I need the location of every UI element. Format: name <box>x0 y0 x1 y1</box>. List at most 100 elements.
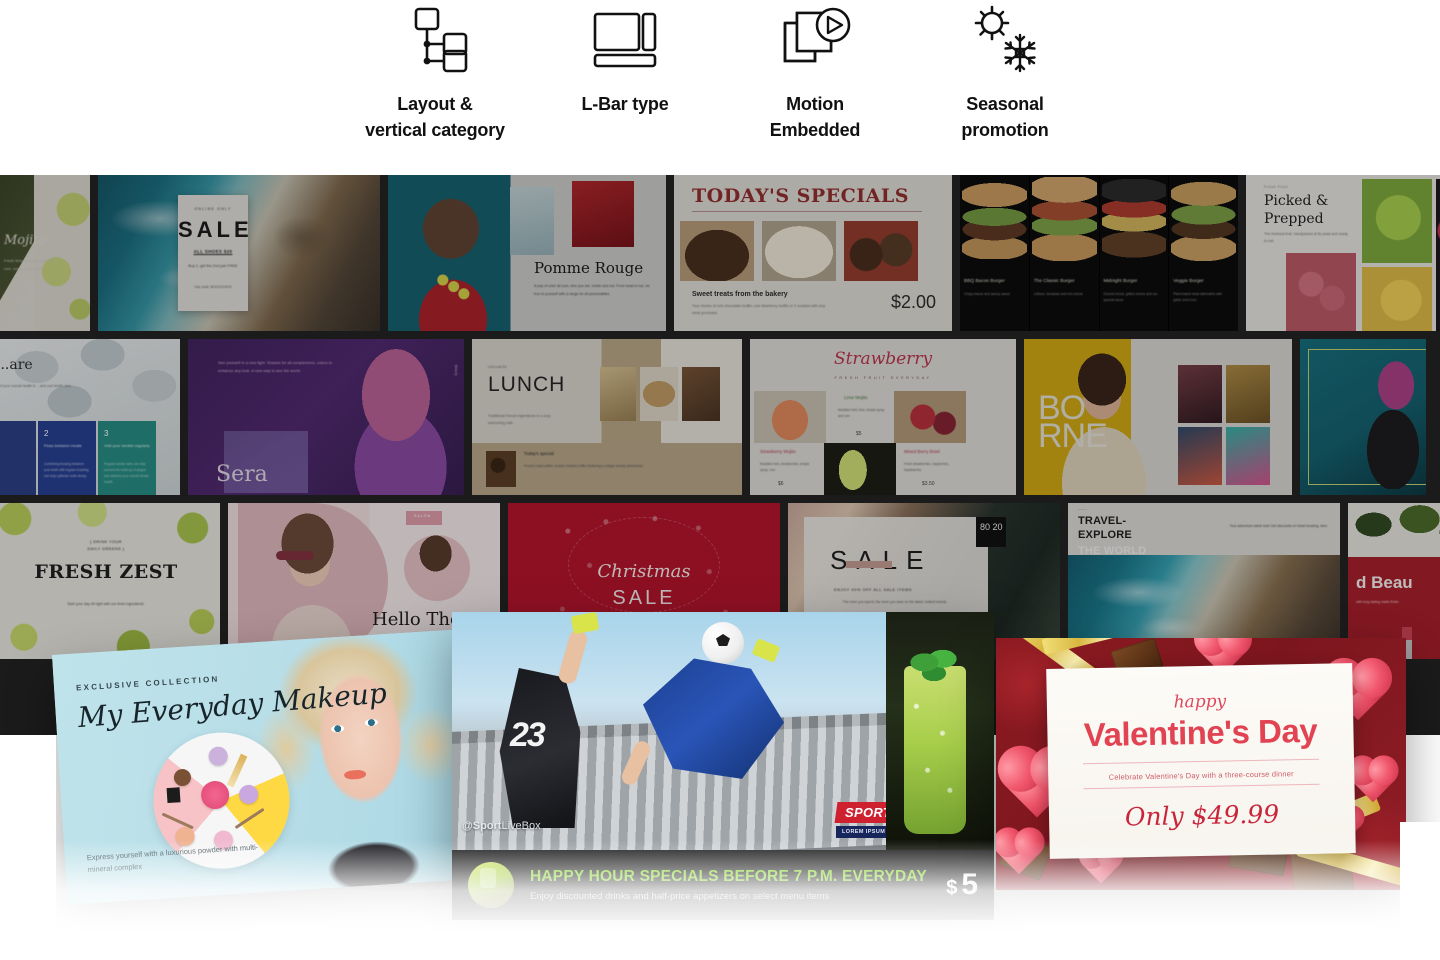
promo-headline: HAPPY HOUR SPECIALS BEFORE 7 P.M. EVERYD… <box>530 868 927 885</box>
thumb-title: ...are <box>0 357 33 373</box>
feature-label-line1: Seasonal <box>966 94 1044 114</box>
thumb-kicker: { DRINK YOUR DAILY GREENS } <box>87 540 125 551</box>
thumb-mojito-template[interactable]: Mojito Fresh lime muddled with mint, rum… <box>0 175 90 331</box>
item-name: Strawberry Mojito <box>760 449 796 454</box>
thumb-body: …of your overall health is …and oral hea… <box>0 384 72 388</box>
feature-label: Seasonal promotion <box>961 92 1048 143</box>
feature-label-line1: Motion <box>786 94 844 114</box>
feature-label: Layout & vertical category <box>365 92 505 143</box>
valentine-happy-label: happy <box>1173 691 1227 713</box>
thumb-title: Christmas <box>597 561 691 582</box>
thumb-body: The more you spend, the more you save on… <box>842 600 948 604</box>
thumb-burger-menu-template[interactable]: BBQ Bacon Burger Crispy bacon and savory… <box>960 175 1238 331</box>
thumb-special-body: French roast coffee. A dark roasted coff… <box>524 464 644 468</box>
feature-label: L-Bar type <box>581 92 668 118</box>
step-body: Combining flossing between your teeth wi… <box>44 462 89 479</box>
thumb-body: Fresh lime muddled with mint, rum, soda,… <box>4 258 58 271</box>
item-name: Mixed Berry Bowl <box>904 449 940 454</box>
promo-subline: Enjoy discounted drinks and half-price a… <box>530 891 830 902</box>
sport-lbar-template-card[interactable]: 23 @SportLiveBox SPORT NEWS LOREM IPSUM … <box>452 612 994 920</box>
item-desc: Muddled mint, lime, simple syrup and rum <box>838 408 885 419</box>
thumb-kicker: Fresh Fruit <box>1264 185 1288 189</box>
thumb-body: Your choice of one chocolate muffin, one… <box>692 304 826 316</box>
thumb-title: TODAY'S SPECIALS <box>692 185 909 207</box>
sport-watermark: @SportLiveBox <box>462 820 541 832</box>
goalkeeper-glove <box>570 612 600 635</box>
item-desc: Muddled mint, strawberries, simple syrup… <box>760 462 810 473</box>
thumb-todays-specials-template[interactable]: TODAY'S SPECIALS Sweet treats from the b… <box>674 175 952 331</box>
thumb-travel-explore-template[interactable]: ——— TRAVEL- EXPLORE THE WORLD Your advent… <box>1068 503 1340 659</box>
thumb-lunch-template[interactable]: Let's eat for LUNCH Traditional French i… <box>472 339 742 495</box>
feature-label-line2: Embedded <box>769 119 861 140</box>
step-number: 2 <box>44 429 49 438</box>
thumb-borne-fashion-template[interactable]: BO RNE <box>1024 339 1292 495</box>
valentine-title: Valentine's Day <box>1083 711 1318 754</box>
watermark-light: LiveBox <box>501 820 541 832</box>
feature-seasonal-promotion[interactable]: Seasonal promotion <box>910 0 1100 143</box>
sun-snowflake-icon <box>966 4 1044 76</box>
watermark-bold: @Sport <box>462 820 502 832</box>
thumb-red-beauty-template[interactable]: d Beau with long lasting matte finish. <box>1348 503 1440 659</box>
thumb-subtitle: SALE <box>612 587 676 609</box>
thumb-title: Sera <box>216 462 268 487</box>
thumb-fresh-zest-template[interactable]: { DRINK YOUR DAILY GREENS } FRESH ZEST S… <box>0 503 220 659</box>
valentine-template-card[interactable]: happy Valentine's Day Celebrate Valentin… <box>996 638 1406 890</box>
model-lips <box>343 769 367 780</box>
model-eye-right <box>364 718 379 727</box>
left-white-mask <box>0 735 56 960</box>
thumb-item-desc: Ground chuck, grilled onions and our spe… <box>1103 292 1158 303</box>
promo-text: HAPPY HOUR SPECIALS BEFORE 7 P.M. EVERYD… <box>530 868 946 902</box>
signage-templates-showcase: Layout & vertical category L-Bar type Mo… <box>0 0 1440 960</box>
thumb-title: TRAVEL- EXPLORE <box>1078 515 1132 541</box>
promo-currency: $ <box>946 877 958 899</box>
thumb-title: BO RNE <box>1038 389 1108 455</box>
motion-play-icon <box>777 4 853 76</box>
thumb-item-name: BBQ Bacon Burger <box>964 279 1005 284</box>
item-price: $3.50 <box>922 481 935 487</box>
thumb-body: See yourself in a new light. Shades for … <box>218 360 333 374</box>
thumb-title: LUNCH <box>488 373 566 396</box>
step-number: 3 <box>104 429 109 438</box>
feature-layout-vertical-category[interactable]: Layout & vertical category <box>340 0 530 143</box>
thumb-kicker: Let's eat for <box>488 365 507 369</box>
template-row-2: ...are …of your overall health is …and o… <box>0 339 1440 495</box>
feature-motion-embedded[interactable]: Motion Embedded <box>720 0 910 143</box>
model-eye-left <box>330 724 345 733</box>
thumb-item-name: The Classic Burger <box>1033 279 1075 284</box>
thumb-subtitle: Sweet treats from the bakery <box>692 291 788 298</box>
thumb-item-desc: Lettuce, tomatoes and red onions <box>1033 292 1083 296</box>
thumb-code: Use code: BOGO1DAYS <box>194 285 232 289</box>
thumb-picked-prepped-template[interactable]: Fresh Fruit Picked & Prepped The freshes… <box>1246 175 1440 331</box>
feature-label-line2: vertical category <box>365 119 505 140</box>
thumb-title: FRESH ZEST <box>34 561 178 583</box>
valentine-subtitle: Celebrate Valentine's Day with a three-c… <box>1108 769 1294 782</box>
thumb-kicker: ONLINE ONLY <box>194 207 232 211</box>
thumb-pomme-rouge-template[interactable]: Pomme Rouge A pop of color all over, who… <box>388 175 666 331</box>
thumb-item-desc: Plant-based meat alternative with garlic… <box>1173 292 1222 303</box>
striker-boot <box>751 638 781 663</box>
soccer-ball <box>702 622 744 664</box>
promo-amount: 5 <box>961 868 978 901</box>
thumb-title: SALE <box>178 217 253 242</box>
item-name: Lime Mojito <box>844 395 868 400</box>
thumb-item-desc: Crispy bacon and savory sauce <box>964 292 1010 296</box>
thumb-item-name: Veggie Burger <box>1173 279 1204 284</box>
thumb-body: Buy 1, get the 2nd pair FREE <box>188 264 238 268</box>
feature-label-line2: promotion <box>961 119 1049 140</box>
thumb-item-name: Midnight Burger <box>1103 279 1138 284</box>
thumb-sale-ocean-template[interactable]: ONLINE ONLY SALE ALL SHOES $20 Buy 1, ge… <box>98 175 380 331</box>
drink-side-photo <box>886 612 994 850</box>
thumb-body: Start your day off right with our fresh … <box>67 602 145 606</box>
feature-lbar-type[interactable]: L-Bar type <box>530 0 720 118</box>
thumb-price: $2.00 <box>890 292 936 312</box>
thumb-dental-care-template[interactable]: ...are …of your overall health is …and o… <box>0 339 180 495</box>
news-ticker: LOREM IPSUM <box>836 826 892 838</box>
promo-price: $ 5 <box>946 868 978 902</box>
valentine-panel: happy Valentine's Day Celebrate Valentin… <box>1046 663 1356 859</box>
thumb-sera-beauty-template[interactable]: See yourself in a new light. Shades for … <box>188 339 464 495</box>
makeup-template-card[interactable]: EXCLUSIVE COLLECTION My Everyday Makeup … <box>52 628 485 905</box>
thumb-teal-fitness-template[interactable] <box>1300 339 1426 495</box>
mint-leaves <box>910 648 958 684</box>
thumb-strawberry-template[interactable]: Strawberry FRESH FRUIT EVERYDAY Lime Moj… <box>750 339 1016 495</box>
thumb-title: d Beau <box>1356 573 1413 592</box>
